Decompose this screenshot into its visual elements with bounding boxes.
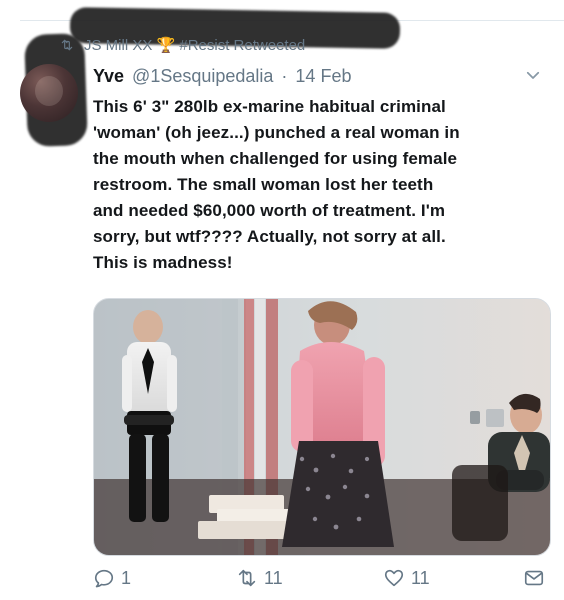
reply-icon [94, 569, 114, 588]
like-button[interactable]: 11 [383, 566, 430, 590]
tweet-photo[interactable] [93, 298, 551, 556]
chevron-down-icon[interactable] [524, 66, 542, 84]
retweet-count: 11 [264, 567, 283, 588]
tweet-actions: 1 11 11 [93, 566, 548, 590]
like-count: 11 [411, 567, 430, 588]
tweet-date[interactable]: 14 Feb [295, 66, 351, 87]
retweet-notice-text: JS Mill XX 🏆 #Resist Retweeted [84, 37, 306, 54]
courtroom-photo [94, 299, 550, 555]
retweet-button[interactable]: 11 [236, 566, 283, 590]
avatar[interactable] [20, 64, 78, 122]
reply-button[interactable]: 1 [93, 566, 131, 590]
retweet-notice: JS Mill XX 🏆 #Resist Retweeted [58, 36, 305, 54]
separator-dot: · [281, 65, 288, 86]
retweet-icon [61, 39, 73, 51]
reply-count: 1 [121, 567, 132, 588]
author-handle[interactable]: @1Sesquipedalia [132, 66, 273, 87]
tweet-screenshot: JS Mill XX 🏆 #Resist Retweeted Yve @1Ses… [0, 0, 564, 600]
tweet-header: Yve @1Sesquipedalia · 14 Feb [93, 64, 351, 88]
retweet-icon [238, 569, 256, 587]
mail-icon [524, 570, 544, 586]
tweet-text: This 6' 3" 280lb ex-marine habitual crim… [93, 97, 460, 272]
author-name[interactable]: Yve [93, 66, 124, 87]
direct-message-button[interactable] [523, 566, 545, 590]
heart-icon [384, 569, 404, 587]
